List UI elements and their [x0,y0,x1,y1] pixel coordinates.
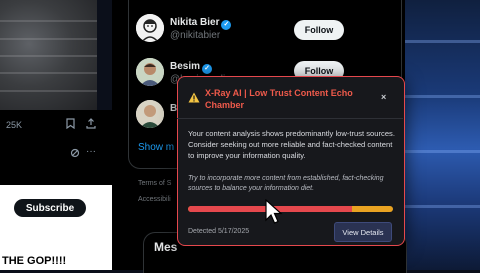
terms-link[interactable]: Terms of S [138,180,171,187]
detected-date: Detected 5/17/2025 [188,228,250,235]
accessibility-link[interactable]: Accessibili [138,196,171,203]
close-icon[interactable]: × [381,92,386,102]
view-details-button[interactable]: View Details [334,222,392,242]
bookmark-icon[interactable] [66,118,75,132]
views-count: 25K [6,120,23,130]
more-icon[interactable]: ··· [86,146,96,157]
share-icon[interactable] [86,118,96,132]
background-glow [405,0,480,270]
verified-icon: ✓ [202,64,213,74]
tweet-image[interactable] [0,0,97,110]
popup-title: X-Ray AI | Low Trust Content Echo Chambe… [205,88,353,110]
avatar[interactable] [136,100,164,128]
subscribe-button[interactable]: Subscribe [14,199,86,217]
follow-button[interactable]: Follow [294,20,344,40]
user-name[interactable]: Besim ✓ [170,61,213,74]
divider [177,118,403,119]
popup-tip: Try to incorporate more content from est… [188,175,384,192]
messages-label[interactable]: Mes [154,240,177,254]
mouse-cursor-icon [265,198,283,230]
popup-message: Your content analysis shows predominantl… [188,129,395,160]
warning-icon [188,90,200,108]
trust-meter [188,206,393,212]
post-headline: THE GOP!!!! [2,255,67,267]
show-more-link[interactable]: Show m [138,142,174,153]
verified-icon: ✓ [221,20,232,30]
user-name[interactable]: Nikita Bier ✓ [170,17,232,30]
avatar[interactable] [136,14,164,42]
follow-suggestion-row[interactable]: B [136,100,177,132]
avatar[interactable] [136,58,164,86]
subscribe-card: Subscribe THE GOP!!!! [0,185,112,270]
grok-icon[interactable] [70,148,80,161]
user-handle: @nikitabier [170,30,221,41]
tweet-actions: 25K ··· [0,110,112,185]
